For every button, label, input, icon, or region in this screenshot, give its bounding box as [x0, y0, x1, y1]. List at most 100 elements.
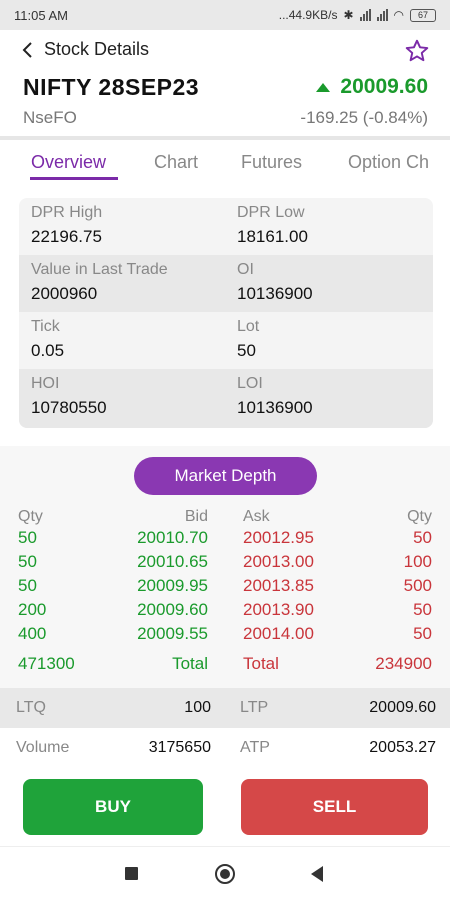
loi-label: LOI [237, 375, 263, 392]
lot-label: Lot [237, 318, 260, 335]
ask-price: 20013.85 [243, 576, 314, 595]
overview-row: DPR High 22196.75 DPR Low 18161.00 [19, 198, 433, 255]
system-nav-bar [0, 846, 450, 900]
depth-row: 400 20009.55 20014.00 50 [0, 624, 450, 648]
tab-overview[interactable]: Overview [31, 152, 106, 173]
bid-header: Bid [184, 508, 208, 525]
total-ask-qty: 234900 [375, 654, 432, 673]
overview-cell: Lot 50 [237, 318, 259, 361]
star-outline-icon[interactable] [404, 38, 430, 64]
bluetooth-icon: ✱ [343, 8, 354, 22]
atp-value: 20053.27 [369, 739, 436, 756]
bid-qty: 200 [18, 600, 47, 619]
chevron-left-icon[interactable] [18, 38, 38, 62]
overview-cell: DPR High 22196.75 [31, 204, 102, 247]
network-speed: ...44.9KB/s [278, 8, 338, 22]
overview-cell: Tick 0.05 [31, 318, 64, 361]
ask-qty: 100 [403, 552, 432, 571]
ask-price: 20014.00 [243, 624, 314, 643]
bid-price: 20009.55 [137, 624, 208, 643]
dpr-low-label: DPR Low [237, 204, 305, 221]
hoi-value: 10780550 [31, 398, 107, 417]
bid-qty-header: Qty [18, 508, 43, 525]
status-time: 11:05 AM [14, 7, 68, 23]
dpr-high-value: 22196.75 [31, 227, 102, 246]
tab-futures[interactable]: Futures [241, 152, 302, 173]
ltp-label: LTP [240, 699, 269, 716]
ltp-stat-value: 20009.60 [369, 699, 436, 716]
stat-row: Volume 3175650 ATP 20053.27 [0, 728, 450, 768]
bid-price: 20009.60 [137, 600, 208, 619]
home-circle-icon[interactable] [215, 864, 235, 884]
market-depth-section: Market Depth Qty Bid Ask Qty 50 20010.70… [0, 446, 450, 688]
ask-qty: 50 [413, 600, 432, 619]
ask-price: 20013.00 [243, 552, 314, 571]
market-depth-button[interactable]: Market Depth [134, 457, 317, 495]
ltp-price: 20009.60 [316, 75, 428, 99]
trade-stats: LTQ 100 LTP 20009.60 Volume 3175650 ATP … [0, 688, 450, 768]
status-indicators: ...44.9KB/s ✱ ◠ 67 [279, 8, 436, 22]
ask-qty-header: Qty [407, 508, 432, 525]
ask-price: 20013.90 [243, 600, 314, 619]
wifi-icon: ◠ [393, 8, 404, 22]
bid-price: 20009.95 [137, 576, 208, 595]
signal-icon [359, 9, 371, 21]
status-bar: 11:05 AM ...44.9KB/s ✱ ◠ 67 [0, 0, 450, 30]
ask-header: Ask [243, 508, 270, 525]
action-bar: BUY SELL [0, 768, 450, 846]
oi-label: OI [237, 261, 254, 278]
ltp-value: 20009.60 [340, 75, 428, 98]
dpr-low-value: 18161.00 [237, 227, 308, 246]
stat-row: LTQ 100 LTP 20009.60 [0, 688, 450, 728]
overview-cell: HOI 10780550 [31, 375, 107, 418]
ltq-value: 100 [184, 699, 211, 716]
overview-card: DPR High 22196.75 DPR Low 18161.00 Value… [19, 198, 433, 428]
depth-row: 50 20010.65 20013.00 100 [0, 552, 450, 576]
tab-chart[interactable]: Chart [154, 152, 198, 173]
buy-button[interactable]: BUY [23, 779, 203, 835]
depth-total-row: 471300 Total Total 234900 [0, 654, 450, 678]
bid-price: 20010.70 [137, 528, 208, 547]
bid-qty: 400 [18, 624, 47, 643]
bid-price: 20010.65 [137, 552, 208, 571]
overview-cell: LOI 10136900 [237, 375, 313, 418]
depth-row: 200 20009.60 20013.90 50 [0, 600, 450, 624]
value-last-trade-label: Value in Last Trade [31, 261, 168, 278]
overview-cell: OI 10136900 [237, 261, 313, 304]
tick-label: Tick [31, 318, 60, 335]
signal-icon-2 [376, 9, 388, 21]
overview-row: Value in Last Trade 2000960 OI 10136900 [19, 255, 433, 312]
atp-label: ATP [240, 739, 270, 756]
recents-square-icon[interactable] [125, 867, 138, 880]
overview-cell: Value in Last Trade 2000960 [31, 261, 168, 304]
ask-qty: 50 [413, 624, 432, 643]
depth-row: 50 20009.95 20013.85 500 [0, 576, 450, 600]
volume-value: 3175650 [148, 739, 211, 756]
volume-label: Volume [16, 739, 70, 756]
back-triangle-icon[interactable] [311, 866, 323, 882]
dpr-high-label: DPR High [31, 204, 103, 221]
ltq-label: LTQ [16, 699, 46, 716]
stock-header: Stock Details NIFTY 28SEP23 NseFO 20009.… [0, 30, 450, 138]
total-bid-label: Total [172, 654, 208, 673]
symbol-name: NIFTY 28SEP23 [23, 74, 200, 100]
hoi-label: HOI [31, 375, 60, 392]
up-arrow-icon [316, 82, 331, 92]
overview-row: HOI 10780550 LOI 10136900 [19, 369, 433, 428]
tab-bar: Overview Chart Futures Option Ch [0, 140, 450, 188]
bid-qty: 50 [18, 528, 37, 547]
sell-button[interactable]: SELL [241, 779, 428, 835]
exchange-name: NseFO [23, 108, 77, 127]
overview-cell: DPR Low 18161.00 [237, 204, 308, 247]
battery-icon: 67 [410, 8, 436, 22]
tab-option-chain[interactable]: Option Ch [348, 152, 429, 173]
total-ask-label: Total [243, 654, 279, 673]
overview-row: Tick 0.05 Lot 50 [19, 312, 433, 369]
price-change: -169.25 (-0.84%) [300, 108, 428, 127]
loi-value: 10136900 [237, 398, 313, 417]
tick-value: 0.05 [31, 341, 65, 360]
value-last-trade-value: 2000960 [31, 284, 98, 303]
active-tab-indicator [30, 177, 118, 180]
bid-qty: 50 [18, 576, 37, 595]
lot-value: 50 [237, 341, 256, 360]
